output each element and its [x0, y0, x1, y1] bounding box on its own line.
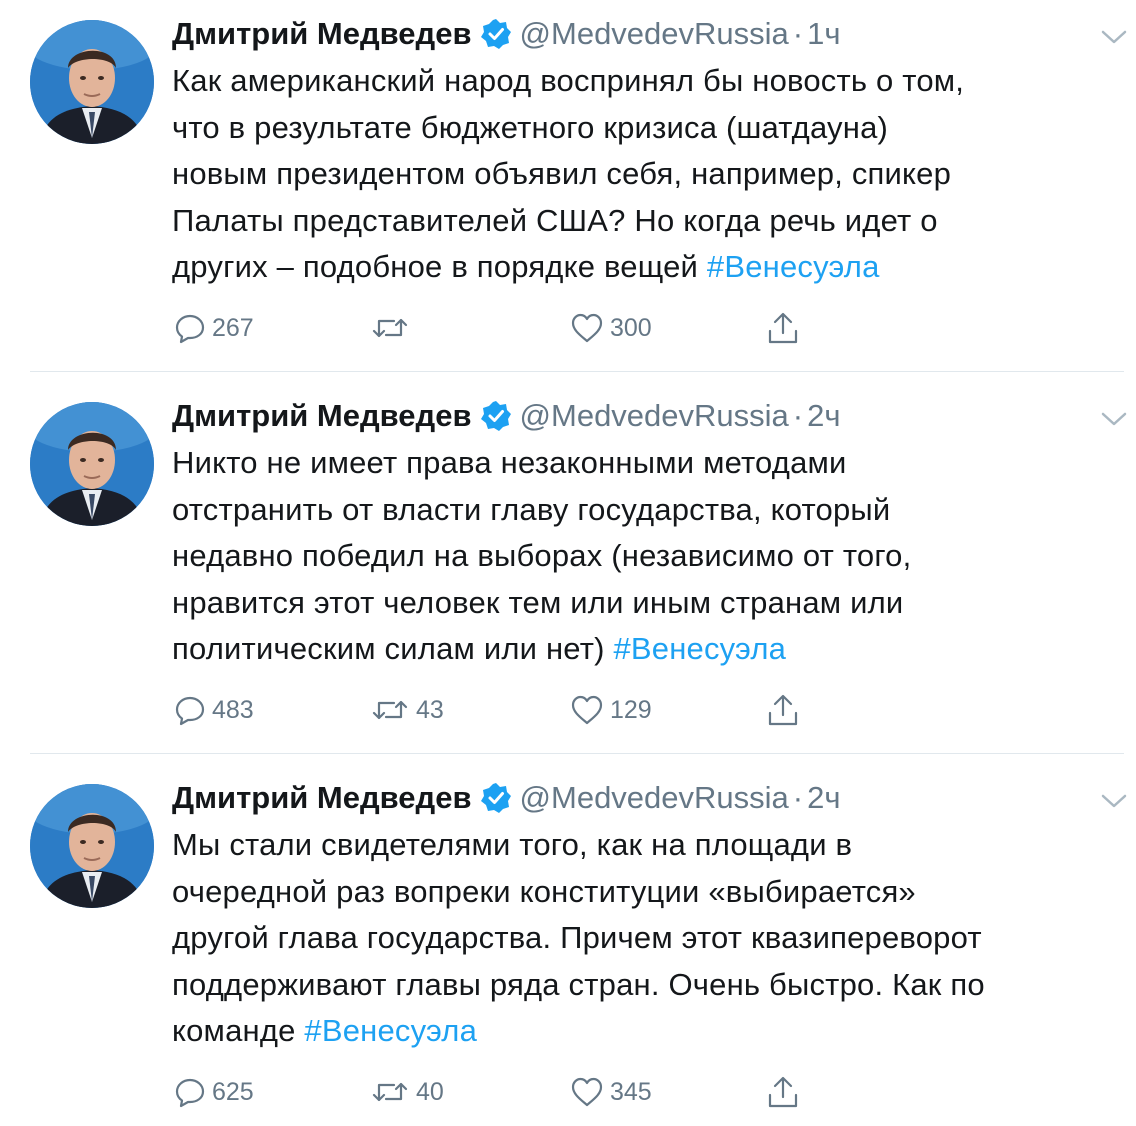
avatar-image — [30, 20, 154, 144]
chevron-down-icon[interactable] — [1100, 28, 1128, 46]
tweet-text-line: других – подобное в порядке вещей #Венес… — [172, 244, 1122, 291]
chevron-down-icon[interactable] — [1100, 410, 1128, 428]
share-button[interactable] — [766, 690, 800, 730]
tweet-text-fragment: политическим силам или нет) — [172, 631, 605, 666]
tweet-text-line: что в результате бюджетного кризиса (шат… — [172, 109, 889, 145]
tweet-text-line: новым президентом объявил себя, например… — [172, 156, 952, 191]
tweet-text-line: недавно победил на выборах (независимо о… — [172, 538, 912, 573]
share-icon — [768, 1076, 798, 1108]
heart-icon — [571, 1077, 603, 1107]
avatar[interactable] — [30, 20, 154, 144]
retweet-button[interactable]: 40 — [370, 1072, 444, 1112]
tweet-text: Мы стали свидетелями того, как на площад… — [172, 822, 1122, 1055]
avatar-image — [30, 784, 154, 908]
reply-button[interactable]: 483 — [174, 690, 254, 730]
avatar[interactable] — [30, 784, 154, 908]
tweet-text-fragment: команде — [172, 1013, 296, 1048]
tweet-text-line: очередной раз вопреки конституции «выбир… — [172, 873, 916, 909]
author-handle[interactable]: @MedvedevRussia — [520, 780, 789, 816]
verified-badge-icon — [480, 18, 512, 50]
hashtag-link[interactable]: #Венесуэла — [707, 249, 880, 284]
reply-button[interactable]: 625 — [174, 1072, 254, 1112]
like-count: 300 — [610, 313, 652, 342]
retweet-count: 40 — [416, 1077, 444, 1106]
reply-icon — [175, 696, 205, 726]
separator-dot: · — [792, 780, 804, 815]
author-handle[interactable]: @MedvedevRussia — [520, 398, 789, 434]
tweet-text-line: политическим силам или нет) #Венесуэла — [172, 626, 1122, 673]
timestamp[interactable]: 1ч — [807, 16, 840, 52]
share-icon — [768, 312, 798, 344]
separator-dot: · — [792, 16, 804, 51]
tweet-text-fragment: других – подобное в порядке вещей — [172, 249, 699, 284]
like-count: 345 — [610, 1077, 652, 1106]
author-name[interactable]: Дмитрий Медведев — [172, 398, 472, 434]
reply-icon — [175, 1078, 205, 1108]
retweet-icon — [372, 700, 408, 720]
reply-count: 483 — [212, 695, 254, 724]
avatar[interactable] — [30, 402, 154, 526]
timestamp[interactable]: 2ч — [807, 398, 840, 434]
share-button[interactable] — [766, 1072, 800, 1112]
share-icon — [768, 694, 798, 726]
tweet-3[interactable]: Дмитрий Медведев @MedvedevRussia · 2ч Мы… — [0, 764, 1136, 1126]
tweet-text-line: нравится этот человек тем или иным стран… — [172, 584, 904, 620]
retweet-button[interactable]: 43 — [370, 690, 444, 730]
hashtag-link[interactable]: #Венесуэла — [613, 631, 786, 666]
like-button[interactable]: 129 — [570, 690, 652, 730]
tweet-1[interactable]: Дмитрий Медведев @MedvedevRussia · 1ч Ка… — [0, 0, 1136, 372]
tweet-divider — [30, 753, 1124, 754]
tweet-actions: 483 43 129 — [172, 690, 872, 730]
reply-count: 625 — [212, 1077, 254, 1106]
tweet-divider — [30, 371, 1124, 372]
tweet-text-line: команде #Венесуэла — [172, 1008, 1122, 1055]
heart-icon — [571, 695, 603, 725]
verified-badge-icon — [480, 400, 512, 432]
tweet-header: Дмитрий Медведев @MedvedevRussia · 2ч — [172, 396, 841, 436]
tweet-text-line: Как американский народ воспринял бы ново… — [172, 63, 965, 98]
timestamp[interactable]: 2ч — [807, 780, 840, 816]
retweet-icon — [372, 1082, 408, 1102]
heart-icon — [571, 313, 603, 343]
tweet-text-line: поддерживают главы ряда стран. Очень быс… — [172, 966, 985, 1002]
reply-icon — [175, 314, 205, 344]
retweet-button[interactable] — [370, 308, 416, 348]
reply-button[interactable]: 267 — [174, 308, 254, 348]
author-name[interactable]: Дмитрий Медведев — [172, 16, 472, 52]
like-count: 129 — [610, 695, 652, 724]
author-handle[interactable]: @MedvedevRussia — [520, 16, 789, 52]
avatar-image — [30, 402, 154, 526]
tweet-actions: 267 300 — [172, 308, 872, 348]
separator-dot: · — [792, 398, 804, 433]
hashtag-link[interactable]: #Венесуэла — [304, 1013, 477, 1048]
chevron-down-icon[interactable] — [1100, 792, 1128, 810]
like-button[interactable]: 345 — [570, 1072, 652, 1112]
tweet-text-line: отстранить от власти главу государства, … — [172, 491, 891, 527]
verified-badge-icon — [480, 782, 512, 814]
tweet-text-line: Палаты представителей США? Но когда речь… — [172, 202, 938, 238]
tweet-text-line: Мы стали свидетелями того, как на площад… — [172, 827, 853, 862]
like-button[interactable]: 300 — [570, 308, 652, 348]
retweet-count: 43 — [416, 695, 444, 724]
share-button[interactable] — [766, 308, 800, 348]
tweet-text-line: Никто не имеет права незаконными методам… — [172, 445, 847, 480]
tweet-text-line: другой глава государства. Причем этот кв… — [172, 920, 982, 955]
tweet-text: Никто не имеет права незаконными методам… — [172, 440, 1122, 673]
tweet-text: Как американский народ воспринял бы ново… — [172, 58, 1122, 291]
author-name[interactable]: Дмитрий Медведев — [172, 780, 472, 816]
tweet-header: Дмитрий Медведев @MedvedevRussia · 2ч — [172, 778, 841, 818]
reply-count: 267 — [212, 313, 254, 342]
tweet-2[interactable]: Дмитрий Медведев @MedvedevRussia · 2ч Ни… — [0, 382, 1136, 754]
tweet-header: Дмитрий Медведев @MedvedevRussia · 1ч — [172, 14, 841, 54]
retweet-icon — [372, 318, 408, 338]
tweet-actions: 625 40 345 — [172, 1072, 872, 1112]
